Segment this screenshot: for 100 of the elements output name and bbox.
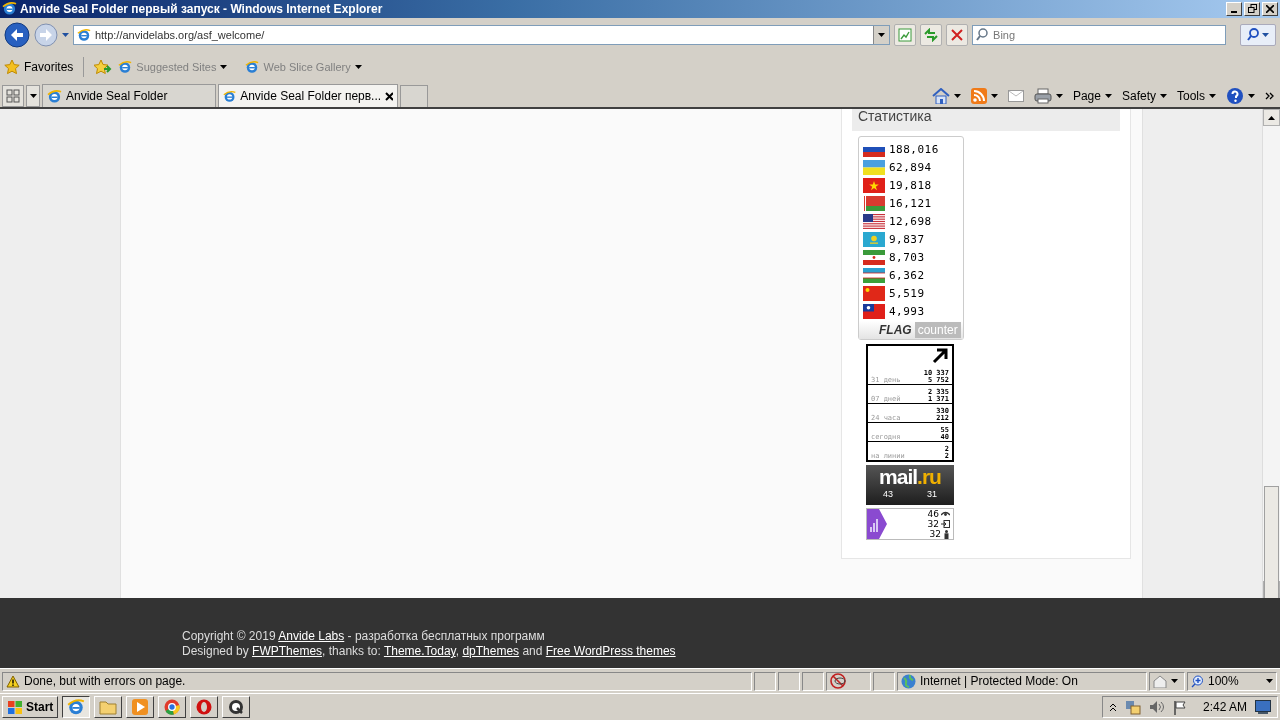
footer-text: Designed by FWPThemes, thanks to: Theme.Today, dpThemes and Free WordPress themes <box>182 644 677 660</box>
page-icon <box>898 27 913 42</box>
print-button[interactable] <box>1033 88 1063 105</box>
search-icon <box>976 27 989 41</box>
flag-icon <box>863 213 885 229</box>
visitor-count: 62,894 <box>889 160 932 174</box>
zoom-button[interactable]: 100% <box>1187 671 1277 691</box>
ie-logo-icon <box>223 88 237 104</box>
counter-value: 31 <box>927 489 937 500</box>
command-menu[interactable]: Tools <box>1177 89 1216 104</box>
star-icon <box>4 58 20 75</box>
mail-logo: mail.ru <box>879 465 941 490</box>
visitor-count: 12,698 <box>889 214 932 228</box>
folder-icon <box>99 699 118 715</box>
scrollbar[interactable] <box>1262 109 1280 599</box>
visitor-count: 6,362 <box>889 268 925 282</box>
counter-logo: counter <box>914 322 961 339</box>
caret-icon <box>1266 679 1273 684</box>
visitor-count: 5,519 <box>889 286 925 300</box>
search-button[interactable] <box>1240 23 1276 46</box>
browser-tab[interactable]: Anvide Seal Folder <box>42 84 216 108</box>
protected-mode-button[interactable] <box>1149 671 1185 691</box>
network-icon[interactable] <box>1124 699 1141 715</box>
counter-logo: FLAG <box>878 323 912 338</box>
footer-link[interactable]: Anvide Labs <box>278 629 345 644</box>
browser-tab[interactable]: Anvide Seal Folder перв... <box>218 84 398 108</box>
flag-icon <box>863 231 885 247</box>
media-player-icon <box>132 699 149 716</box>
login-icon <box>941 520 950 529</box>
flag-icon[interactable] <box>1172 699 1187 715</box>
search-icon <box>1247 28 1260 42</box>
caret-icon <box>61 32 69 37</box>
chevron-icon[interactable] <box>1108 702 1117 712</box>
arrow-icon <box>932 348 948 365</box>
stop-button[interactable] <box>946 23 969 46</box>
history-dropdown[interactable] <box>61 32 69 37</box>
footer-link[interactable]: Free WordPress themes <box>545 644 676 659</box>
minimize-icon <box>1231 10 1237 13</box>
flag-icon <box>863 159 885 175</box>
restore-button[interactable] <box>1244 1 1260 16</box>
back-button[interactable] <box>4 21 30 48</box>
visitor-count: 16,121 <box>889 196 932 210</box>
speaker-icon[interactable] <box>1148 700 1165 715</box>
flag-icon <box>863 303 885 319</box>
status-message: Done, but with errors on page. <box>2 671 752 691</box>
zoom-icon <box>1191 674 1204 688</box>
clock: 2:42 AM <box>1202 700 1247 715</box>
footer-text: Copyright © 2019 Anvide Labs - разработка бесплатных программ <box>182 629 546 645</box>
ie-logo-icon <box>118 59 133 74</box>
globe-icon <box>901 673 916 689</box>
status-pane <box>778 671 800 691</box>
close-icon <box>951 28 964 41</box>
ie-logo-icon <box>245 59 260 74</box>
ie-logo-icon <box>76 27 91 42</box>
ie-logo-icon <box>47 88 62 104</box>
search-field[interactable]: Bing <box>972 24 1227 45</box>
refresh-icon <box>924 27 939 42</box>
start-button[interactable]: Start <box>2 696 59 719</box>
chevron-icon[interactable] <box>1265 92 1274 101</box>
security-zone: Internet | Protected Mode: On <box>897 671 1147 691</box>
close-icon[interactable] <box>385 91 393 101</box>
visitor-count: 4,993 <box>889 304 925 318</box>
command-menu[interactable]: Safety <box>1121 89 1167 104</box>
footer-link[interactable]: dpThemes <box>462 644 520 659</box>
caret-icon <box>990 94 998 99</box>
compatibility-view-button[interactable] <box>894 23 917 46</box>
command-menu[interactable]: Page <box>1072 89 1112 104</box>
up-arrow-icon[interactable] <box>1268 115 1275 120</box>
mail-icon[interactable] <box>1007 90 1024 103</box>
visitor-count: 19,818 <box>889 178 932 192</box>
caret-icon <box>1248 94 1255 99</box>
widget-title: Статистика <box>858 109 932 126</box>
caret-icon <box>878 32 886 37</box>
person-icon <box>943 529 950 539</box>
new-tab-button[interactable] <box>400 85 428 108</box>
help-button[interactable] <box>1226 87 1255 106</box>
refresh-button[interactable] <box>920 23 943 46</box>
visitor-count: 9,837 <box>889 232 925 246</box>
favorites-button[interactable]: Favorites <box>4 58 74 75</box>
privacy-icon <box>830 673 848 690</box>
visitor-count: 188,016 <box>889 142 939 156</box>
minimize-button[interactable] <box>1226 1 1242 16</box>
feeds-button[interactable] <box>970 88 998 105</box>
show-desktop-icon[interactable] <box>1255 700 1271 715</box>
counter-value: 43 <box>883 489 893 500</box>
house-icon <box>1153 674 1167 688</box>
caret-icon <box>1262 32 1270 37</box>
tab-list-button[interactable] <box>26 85 40 108</box>
taskbar-app-button[interactable] <box>62 696 91 719</box>
chart-icon <box>867 509 887 540</box>
quick-tabs-button[interactable] <box>2 85 24 108</box>
window-title: Anvide Seal Folder первый запуск - Windows Internet Explorer <box>20 1 384 16</box>
close-button[interactable] <box>1262 1 1278 16</box>
status-pane <box>802 671 824 691</box>
counter-value: 32 <box>929 529 941 540</box>
address-field[interactable]: http://anvidelabs.org/asf_welcome/ <box>72 24 891 45</box>
caret-icon <box>1209 94 1216 99</box>
home-button[interactable] <box>931 88 961 105</box>
scrollbar-thumb[interactable] <box>1264 486 1279 599</box>
footer-link[interactable]: Theme.Today <box>383 644 456 659</box>
